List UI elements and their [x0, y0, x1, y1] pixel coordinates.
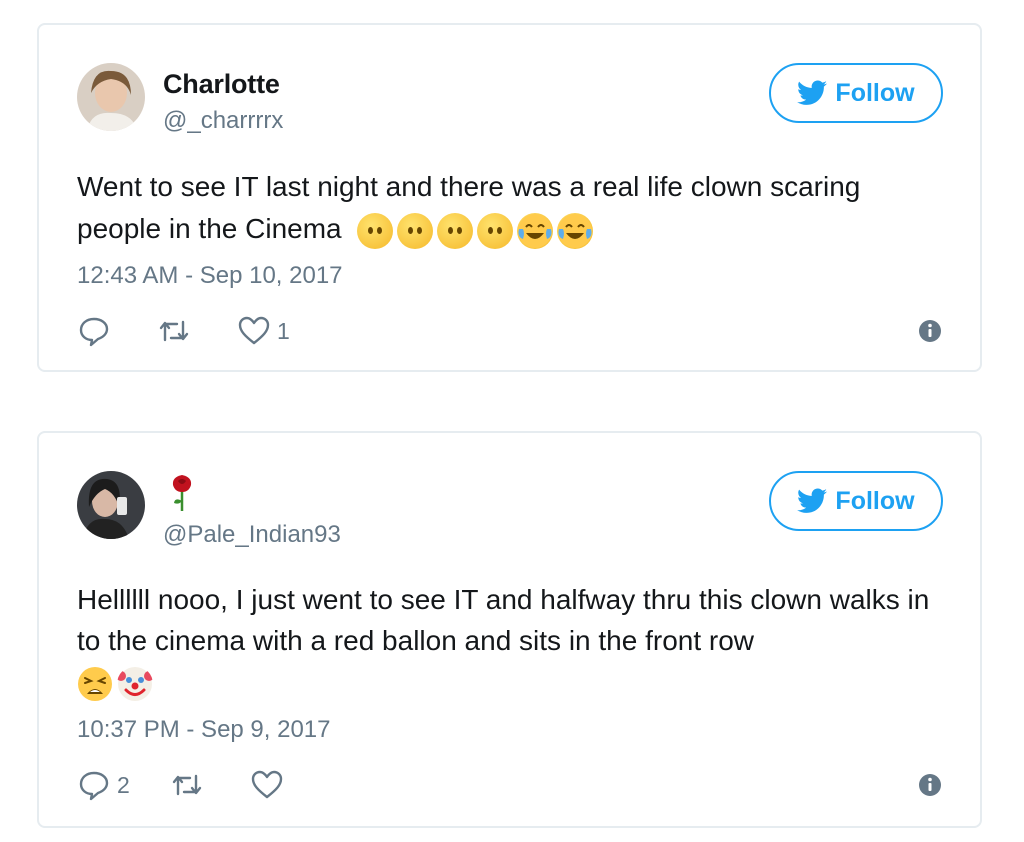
tweet-actions: 1 [77, 313, 942, 349]
user-handle[interactable]: @_charrrrx [163, 107, 283, 135]
info-icon[interactable] [918, 773, 942, 797]
heart-icon [238, 316, 270, 345]
follow-label: Follow [835, 78, 915, 107]
tweet-timestamp[interactable]: 12:43 AM - Sep 10, 2017 [77, 262, 343, 290]
face-without-mouth-emoji [437, 212, 474, 249]
tweet-text: Hellllll nooo, I just went to see IT and… [77, 579, 930, 702]
follow-label: Follow [835, 486, 915, 515]
display-name[interactable]: Charlotte [163, 69, 280, 99]
like-button[interactable]: 1 [237, 314, 290, 348]
follow-button[interactable]: Follow [769, 63, 943, 123]
face-with-tears-of-joy-emoji [517, 212, 554, 249]
reply-button[interactable]: 2 [77, 768, 130, 802]
tweet-card: Charlotte @_charrrrx Follow Went to see … [37, 23, 982, 372]
face-without-mouth-emoji [397, 212, 434, 249]
face-without-mouth-emoji [357, 212, 394, 249]
reply-button[interactable] [77, 314, 117, 348]
clown-face-emoji [117, 666, 153, 701]
rose-icon [172, 475, 192, 511]
heart-icon [251, 770, 282, 799]
retweet-icon [159, 320, 189, 342]
user-handle[interactable]: @Pale_Indian93 [163, 521, 341, 549]
info-icon[interactable] [918, 319, 942, 343]
tweet-actions: 2 [77, 767, 942, 803]
retweet-icon [172, 774, 201, 796]
weary-face-emoji [78, 666, 112, 701]
tweet-body: Hellllll nooo, I just went to see IT and… [77, 584, 930, 656]
avatar[interactable] [77, 63, 145, 131]
like-button[interactable] [250, 768, 290, 802]
twitter-bird-icon [797, 80, 828, 105]
tweet-card: @Pale_Indian93 Follow Hellllll nooo, I j… [37, 431, 982, 828]
reply-count: 2 [117, 771, 130, 798]
tweet-text: Went to see IT last night and there was … [77, 166, 930, 250]
follow-button[interactable]: Follow [769, 471, 943, 531]
reply-icon [79, 317, 109, 347]
face-without-mouth-emoji [477, 212, 514, 249]
like-count: 1 [277, 317, 290, 344]
emoji-row [77, 666, 157, 702]
twitter-bird-icon [797, 488, 828, 513]
retweet-button[interactable] [157, 314, 197, 348]
tweet-timestamp[interactable]: 10:37 PM - Sep 9, 2017 [77, 716, 331, 744]
reply-icon [79, 771, 109, 801]
face-with-tears-of-joy-emoji [557, 212, 594, 249]
avatar[interactable] [77, 471, 145, 539]
retweet-button[interactable] [170, 768, 210, 802]
emoji-row [357, 212, 597, 249]
